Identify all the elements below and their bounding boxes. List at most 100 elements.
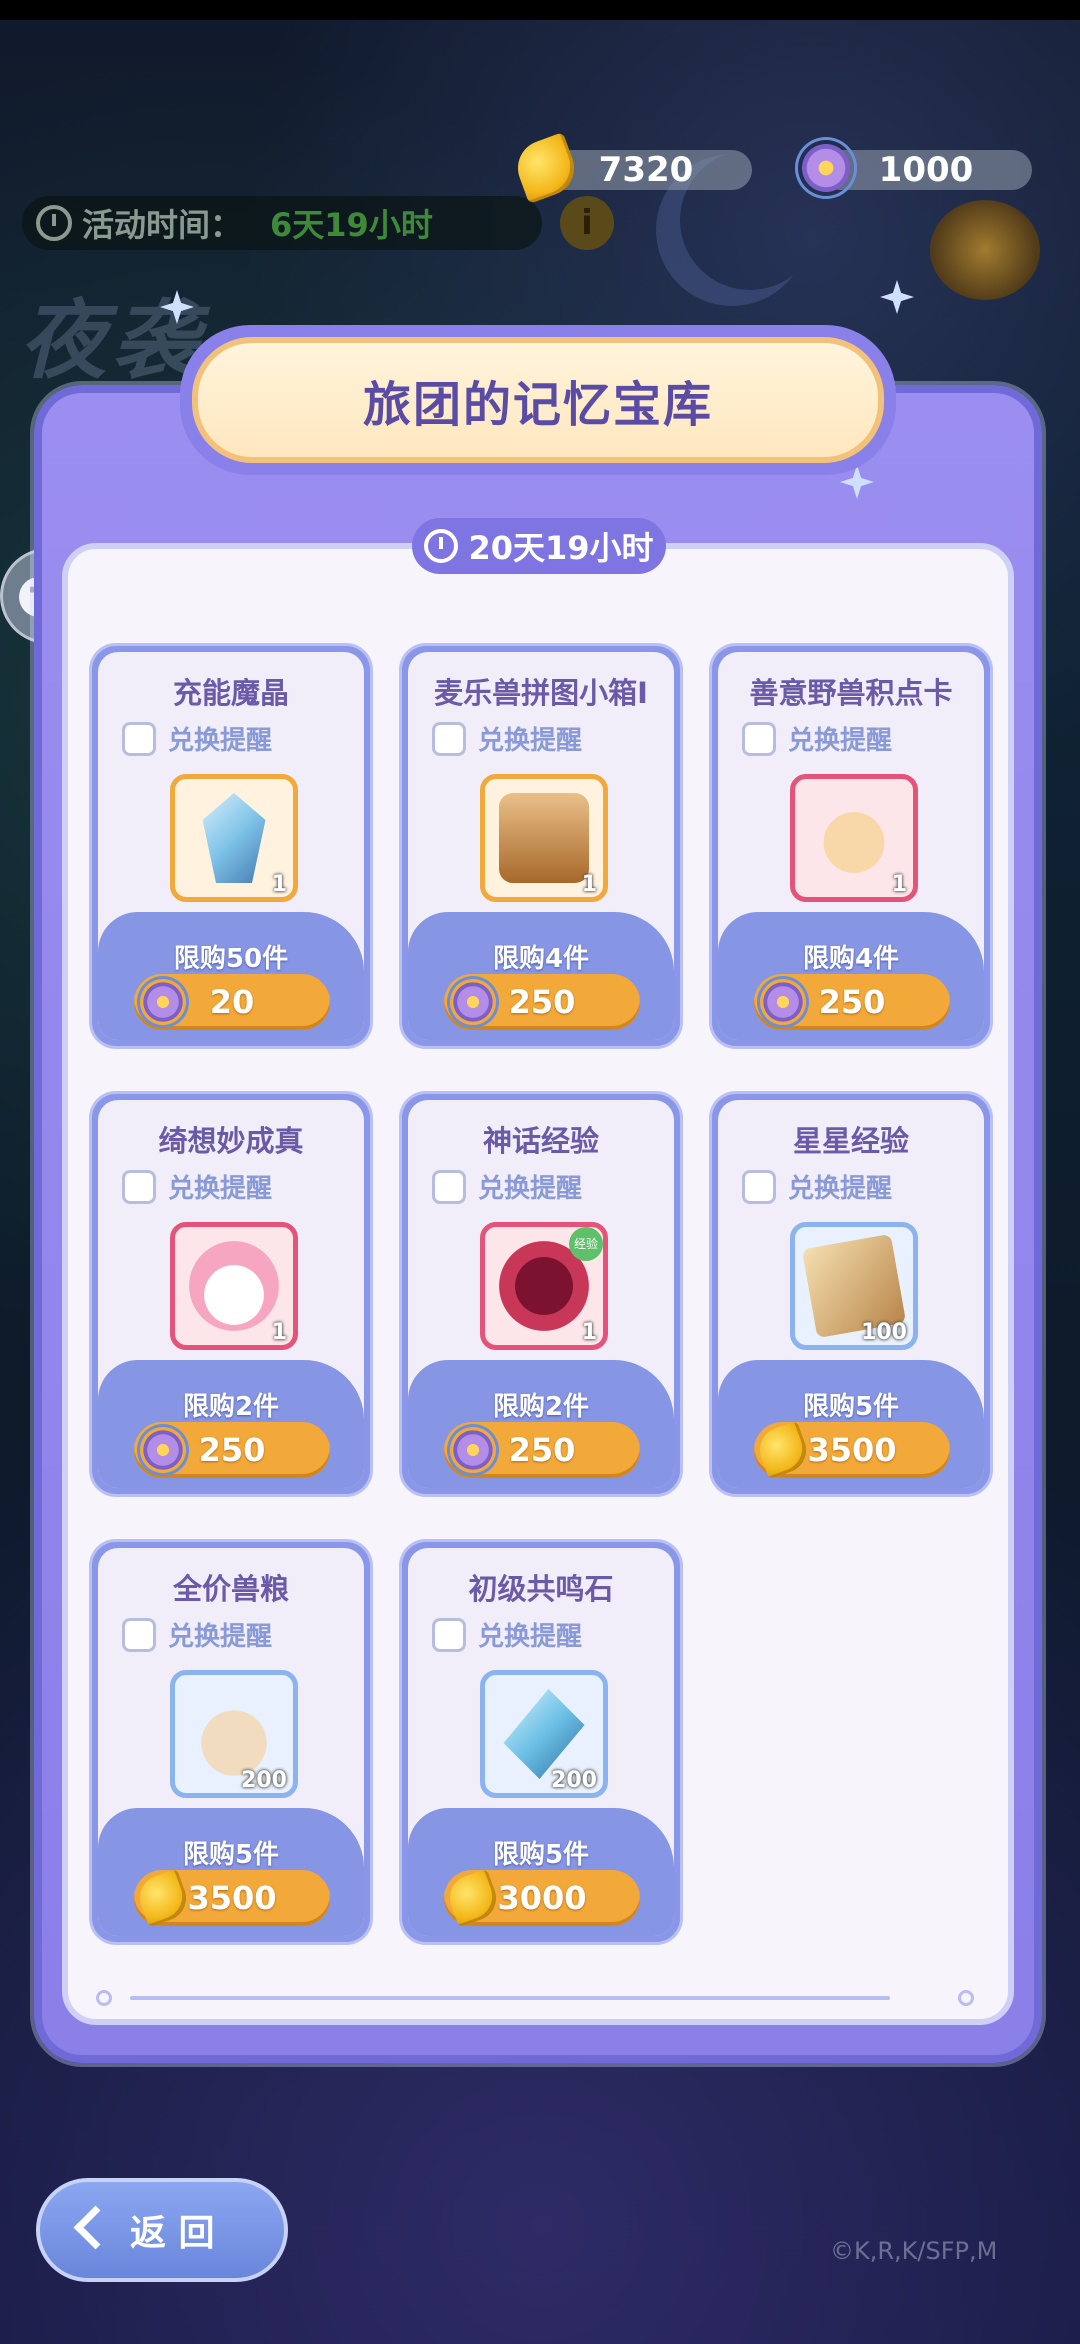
buy-button[interactable]: 250 xyxy=(444,1422,640,1478)
buy-button[interactable]: 250 xyxy=(134,1422,330,1478)
buy-button[interactable]: 250 xyxy=(444,974,640,1030)
divider-dot xyxy=(958,1990,974,2006)
item-icon[interactable]: 1 xyxy=(170,774,298,902)
crystal-icon xyxy=(202,793,266,883)
flower-gem-icon xyxy=(760,979,806,1025)
item-icon[interactable]: 200 xyxy=(170,1670,298,1798)
shop-item-card[interactable]: 绮想妙成真 兑换提醒 1 限购2件 250 xyxy=(92,1094,370,1494)
flower-gem-icon xyxy=(140,1427,186,1473)
buy-button[interactable]: 20 xyxy=(134,974,330,1030)
item-name: 绮想妙成真 xyxy=(158,1124,304,1158)
checkbox[interactable] xyxy=(742,721,776,756)
back-arrow-icon xyxy=(74,2204,114,2256)
gem-amount: 1000 xyxy=(878,150,974,190)
item-quantity: 1 xyxy=(271,872,287,897)
flower-gem-icon xyxy=(450,1427,496,1473)
price: 250 xyxy=(508,983,576,1021)
shop-item-card[interactable]: 充能魔晶 兑换提醒 1 限购50件 20 xyxy=(92,646,370,1046)
cat-icon xyxy=(189,1241,279,1331)
exchange-reminder-toggle[interactable]: 兑换提醒 xyxy=(122,1616,272,1653)
panel-title-plate: 旅团的记忆宝库 xyxy=(180,325,896,475)
purchase-limit: 限购4件 xyxy=(492,944,590,974)
event-timer-label: 活动时间： xyxy=(82,206,243,244)
gem-currency: 1000 xyxy=(798,140,1032,196)
buy-button[interactable]: 3000 xyxy=(443,1868,640,1928)
flower-gem-icon xyxy=(798,140,854,196)
item-quantity: 1 xyxy=(891,872,907,897)
exchange-reminder-label: 兑换提醒 xyxy=(478,726,583,756)
checkbox[interactable] xyxy=(122,1169,156,1204)
checkbox[interactable] xyxy=(432,1169,466,1204)
price: 20 xyxy=(209,983,255,1021)
item-name: 初级共鸣石 xyxy=(468,1572,614,1606)
purchase-limit: 限购2件 xyxy=(492,1392,590,1422)
buy-button[interactable]: 250 xyxy=(754,974,950,1030)
clock-icon xyxy=(424,529,459,563)
item-icon[interactable]: 100 xyxy=(790,1222,918,1350)
panel-title: 旅团的记忆宝库 xyxy=(362,377,713,433)
shop-item-card[interactable]: 善意野兽积点卡 兑换提醒 1 限购4件 250 xyxy=(712,646,990,1046)
shop-item-card[interactable]: 全价兽粮 兑换提醒 200 限购5件 3500 xyxy=(92,1542,370,1942)
shop-timer: 20天19小时 xyxy=(412,518,666,574)
item-icon[interactable]: 1 xyxy=(170,1222,298,1350)
item-name: 善意野兽积点卡 xyxy=(749,676,953,710)
info-button[interactable]: i xyxy=(560,196,614,250)
item-quantity: 1 xyxy=(581,872,597,897)
event-timer: 活动时间： 6天19小时 xyxy=(22,196,542,250)
shop-item-card[interactable]: 初级共鸣石 兑换提醒 200 限购5件 3000 xyxy=(402,1542,680,1942)
back-button-label: 返 回 xyxy=(130,2213,215,2254)
exchange-reminder-toggle[interactable]: 兑换提醒 xyxy=(432,720,582,757)
resonance-stone-icon xyxy=(503,1689,585,1779)
checkbox[interactable] xyxy=(432,1617,466,1652)
shop-timer-value: 20天19小时 xyxy=(468,529,654,567)
item-icon[interactable]: 经验 1 xyxy=(480,1222,608,1350)
item-icon[interactable]: 1 xyxy=(790,774,918,902)
item-icon[interactable]: 200 xyxy=(480,1670,608,1798)
exchange-reminder-toggle[interactable]: 兑换提醒 xyxy=(122,1168,272,1205)
shop-item-card[interactable]: 麦乐兽拼图小箱I 兑换提醒 1 限购4件 250 xyxy=(402,646,680,1046)
item-icon[interactable]: 1 xyxy=(480,774,608,902)
gold-leaf-icon xyxy=(133,1868,193,1928)
checkbox[interactable] xyxy=(742,1169,776,1204)
exchange-reminder-toggle[interactable]: 兑换提醒 xyxy=(432,1168,582,1205)
back-button[interactable]: 返 回 xyxy=(36,2178,288,2282)
item-name: 全价兽粮 xyxy=(172,1572,289,1606)
shop-item-card[interactable]: 星星经验 兑换提醒 100 限购5件 3500 xyxy=(712,1094,990,1494)
item-name: 充能魔晶 xyxy=(172,676,289,710)
item-name: 麦乐兽拼图小箱I xyxy=(434,676,648,710)
price: 3500 xyxy=(807,1431,897,1469)
price: 250 xyxy=(508,1431,576,1469)
chest-icon xyxy=(499,793,589,883)
event-timer-value: 6天19小时 xyxy=(270,206,433,244)
exchange-reminder-toggle[interactable]: 兑换提醒 xyxy=(742,1168,892,1205)
item-name: 星星经验 xyxy=(792,1124,909,1158)
purchase-limit: 限购2件 xyxy=(182,1392,280,1422)
gold-leaf-icon xyxy=(443,1868,503,1928)
checkbox[interactable] xyxy=(432,721,466,756)
shop-item-card[interactable]: 神话经验 兑换提醒 经验 1 限购2件 250 xyxy=(402,1094,680,1494)
copyright: ©K,R,K/SFP,M xyxy=(830,2237,998,2265)
flower-gem-icon xyxy=(450,979,496,1025)
buy-button[interactable]: 3500 xyxy=(753,1420,950,1480)
exchange-reminder-label: 兑换提醒 xyxy=(168,1622,273,1652)
item-quantity: 200 xyxy=(241,1768,287,1793)
checkbox[interactable] xyxy=(122,1617,156,1652)
checkbox[interactable] xyxy=(122,721,156,756)
flower-gem-icon xyxy=(140,979,186,1025)
food-sack-icon xyxy=(189,1689,279,1779)
trophy-icon[interactable] xyxy=(930,200,1040,300)
purchase-limit: 限购4件 xyxy=(802,944,900,974)
exchange-reminder-label: 兑换提醒 xyxy=(788,726,893,756)
exchange-reminder-label: 兑换提醒 xyxy=(168,1174,273,1204)
gold-currency: 7320 xyxy=(510,132,752,204)
exchange-reminder-toggle[interactable]: 兑换提醒 xyxy=(122,720,272,757)
exchange-reminder-toggle[interactable]: 兑换提醒 xyxy=(742,720,892,757)
buy-button[interactable]: 3500 xyxy=(133,1868,330,1928)
item-quantity: 1 xyxy=(581,1320,597,1345)
decorative-divider xyxy=(130,1996,890,2000)
exchange-reminder-toggle[interactable]: 兑换提醒 xyxy=(432,1616,582,1653)
item-name: 神话经验 xyxy=(482,1124,599,1158)
exchange-reminder-label: 兑换提醒 xyxy=(788,1174,893,1204)
clock-icon xyxy=(36,205,72,241)
item-quantity: 200 xyxy=(551,1768,597,1793)
